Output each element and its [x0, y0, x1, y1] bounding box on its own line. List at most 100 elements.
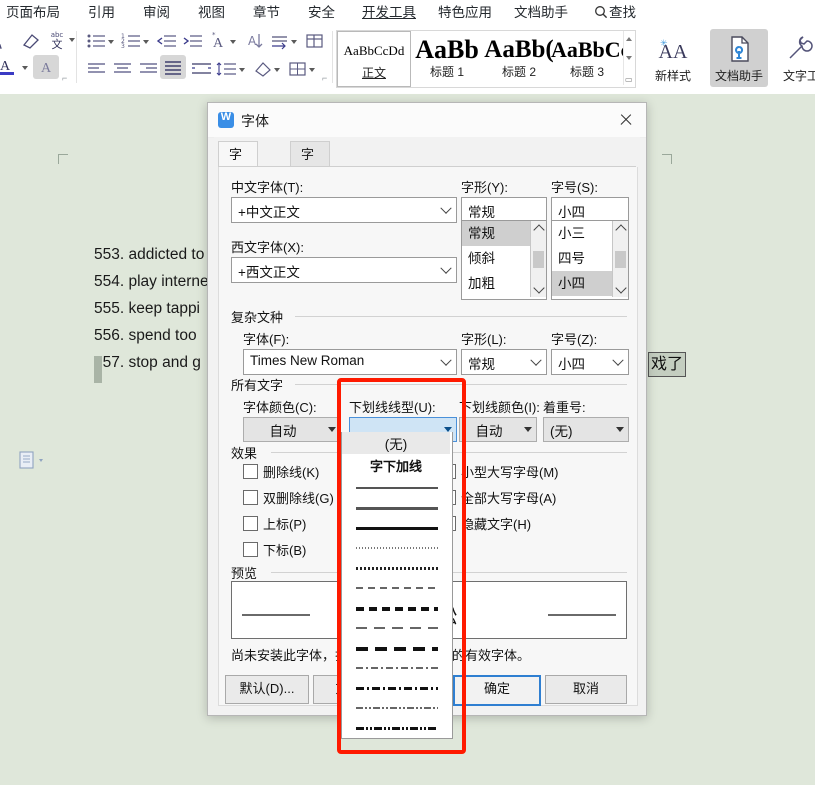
chevron-down-icon[interactable] — [436, 198, 456, 220]
style-gallery-scrollbar[interactable]: ▭ — [623, 31, 635, 85]
cancel-button[interactable]: 取消 — [545, 675, 627, 704]
chevron-down-icon[interactable] — [616, 427, 624, 432]
underline-option-long-dash-thin[interactable] — [342, 618, 450, 638]
font-style-scrollbar[interactable] — [530, 221, 546, 297]
chevron-down-icon[interactable] — [524, 427, 532, 432]
font-group-launcher[interactable]: ⌐ — [62, 73, 67, 83]
menu-item-section[interactable]: 章节 — [251, 2, 282, 23]
show-marks-caret-icon[interactable] — [290, 29, 299, 53]
table-grid-icon[interactable] — [302, 29, 328, 53]
cn-font-combo[interactable]: +中文正文 — [231, 197, 457, 223]
complex-size-combo[interactable]: 小四 — [551, 349, 629, 375]
style-item-heading3[interactable]: AaBbCc 标题 3 — [551, 31, 623, 85]
font-style-input[interactable]: 常规 — [461, 197, 547, 222]
underline-option-dash-dot-dot-bold[interactable] — [342, 718, 450, 738]
gallery-more-icon[interactable]: ▭ — [625, 78, 634, 82]
new-style-button[interactable]: AA ✳ 新样式 — [644, 29, 702, 87]
underline-option-dashed-bold[interactable] — [342, 598, 450, 618]
align-right-icon[interactable] — [136, 57, 162, 81]
justify-icon[interactable] — [160, 55, 186, 79]
menu-item-security[interactable]: 安全 — [306, 2, 337, 23]
chevron-down-icon[interactable] — [328, 427, 336, 432]
style-item-heading2[interactable]: AaBb( 标题 2 — [483, 31, 555, 85]
underline-option-dotted-fine[interactable] — [342, 538, 450, 558]
tab-font[interactable]: 字体(N) — [218, 141, 258, 167]
font-size-input[interactable]: 小四 — [551, 197, 629, 222]
font-color-caret-icon[interactable] — [21, 55, 30, 79]
style-item-heading1[interactable]: AaBb 标题 1 — [411, 31, 483, 85]
font-size-scrollbar[interactable] — [612, 221, 628, 297]
emphasis-mark-dropdown[interactable]: (无) — [543, 417, 629, 442]
scroll-down-icon[interactable] — [531, 283, 546, 297]
menu-item-review[interactable]: 审阅 — [141, 2, 172, 23]
numbered-list-caret-icon[interactable] — [142, 29, 151, 53]
gallery-scroll-up-icon[interactable] — [626, 37, 633, 42]
gallery-scroll-down-icon[interactable] — [626, 56, 633, 61]
west-font-combo[interactable]: +西文正文 — [231, 257, 457, 283]
underline-option-dotted-bold[interactable] — [342, 558, 450, 578]
pinyin-guide-icon[interactable]: abc 文 — [44, 27, 70, 51]
shading-caret-icon[interactable] — [273, 57, 282, 81]
underline-option-dash-dot-thin[interactable] — [342, 658, 450, 678]
style-item-body[interactable]: AaBbCcDd 正文 — [337, 31, 411, 87]
default-button[interactable]: 默认(D)... — [225, 675, 309, 704]
chevron-down-icon[interactable] — [436, 258, 456, 280]
close-icon[interactable] — [614, 109, 638, 131]
underline-option-long-dash-bold[interactable] — [342, 638, 450, 658]
menu-item-doc-assistant[interactable]: 文档助手 — [512, 2, 570, 23]
chevron-down-icon[interactable] — [526, 350, 546, 372]
line-spacing-caret-icon[interactable] — [238, 57, 247, 81]
font-color-dropdown[interactable]: 自动 — [243, 417, 341, 442]
underline-option-dash-dot-bold[interactable] — [342, 678, 450, 698]
font-style-option-italic[interactable]: 倾斜 — [462, 246, 536, 271]
complex-style-combo[interactable]: 常规 — [461, 349, 547, 375]
distribute-icon[interactable] — [189, 57, 215, 81]
underline-option-solid-thick[interactable] — [342, 518, 450, 538]
complex-font-combo[interactable]: Times New Roman — [243, 349, 457, 375]
underline-option-solid-thin[interactable] — [342, 478, 450, 498]
font-style-option-regular[interactable]: 常规 — [462, 221, 536, 246]
scroll-up-icon[interactable] — [531, 221, 546, 235]
style-gallery[interactable]: AaBbCcDd 正文 AaBb 标题 1 AaBb( 标题 2 AaBbCc … — [336, 30, 636, 88]
checkbox-box[interactable] — [243, 542, 258, 557]
align-left-icon[interactable] — [84, 57, 110, 81]
underline-option-dashed-thin[interactable] — [342, 578, 450, 598]
font-size-option-xiaosi[interactable]: 小四 — [552, 271, 618, 296]
increase-indent-icon[interactable] — [180, 29, 206, 53]
scroll-thumb[interactable] — [533, 251, 544, 268]
chevron-down-icon[interactable] — [436, 350, 456, 372]
search-button[interactable]: 查找 — [594, 3, 636, 23]
underline-style-dropdown-list[interactable]: (无) 字下加线 — [341, 432, 453, 739]
menu-item-developer-tools[interactable]: 开发工具 — [360, 2, 418, 23]
bullet-list-caret-icon[interactable] — [107, 29, 116, 53]
decrease-indent-icon[interactable] — [154, 29, 180, 53]
borders-caret-icon[interactable] — [308, 57, 317, 81]
sort-icon[interactable]: A — [241, 29, 267, 53]
scroll-thumb[interactable] — [615, 251, 626, 268]
checkbox-box[interactable] — [243, 464, 258, 479]
menu-item-references[interactable]: 引用 — [86, 2, 117, 23]
underline-option-wave-thin[interactable] — [342, 738, 450, 739]
chevron-down-icon[interactable] — [608, 350, 628, 372]
character-shading-icon[interactable]: A — [33, 55, 59, 79]
menu-item-featured-apps[interactable]: 特色应用 — [436, 2, 494, 23]
highlight-color-icon[interactable] — [0, 29, 20, 53]
paste-options-button[interactable] — [18, 450, 52, 470]
paragraph-group-launcher[interactable]: ⌐ — [322, 73, 327, 83]
tab-character-spacing[interactable]: 字符间距(R) — [290, 141, 330, 167]
underline-color-dropdown[interactable]: 自动 — [459, 417, 537, 442]
underline-option-words-only[interactable]: 字下加线 — [342, 454, 450, 478]
font-size-option-sihao[interactable]: 四号 — [552, 246, 618, 271]
font-size-option-xiaosan[interactable]: 小三 — [552, 221, 618, 246]
menu-item-page-layout[interactable]: 页面布局 — [4, 2, 62, 23]
font-style-option-bold[interactable]: 加粗 — [462, 271, 536, 296]
font-size-list[interactable]: 小三 四号 小四 — [551, 220, 629, 300]
align-center-icon[interactable] — [110, 57, 136, 81]
scroll-up-icon[interactable] — [613, 221, 628, 235]
menu-item-view[interactable]: 视图 — [196, 2, 227, 23]
text-tools-button[interactable]: 文字工 — [772, 29, 815, 87]
pinyin-phonetic-caret-icon[interactable] — [229, 29, 238, 53]
ok-button[interactable]: 确定 — [453, 675, 541, 706]
checkbox-box[interactable] — [243, 516, 258, 531]
font-style-list[interactable]: 常规 倾斜 加粗 — [461, 220, 547, 300]
